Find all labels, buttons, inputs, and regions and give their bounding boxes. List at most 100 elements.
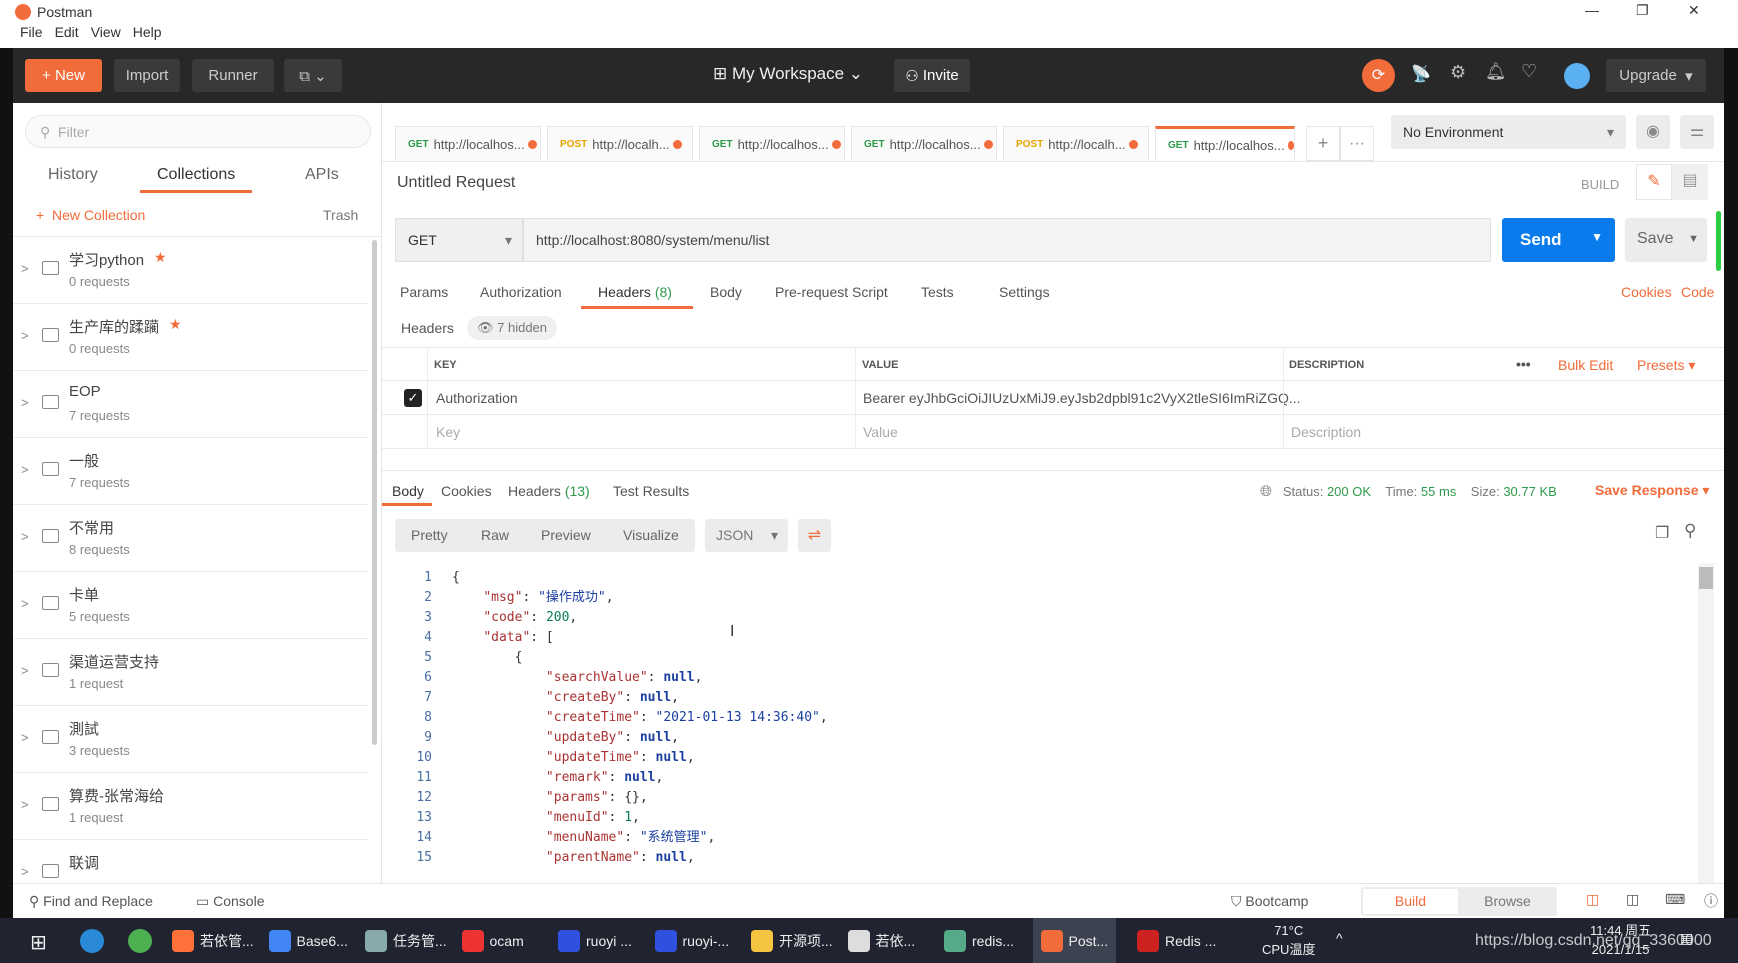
url-input[interactable]: http://localhost:8080/system/menu/list xyxy=(523,218,1491,262)
menu-help[interactable]: Help xyxy=(133,24,162,40)
tab-authorization[interactable]: Authorization xyxy=(480,284,562,300)
tab-tests[interactable]: Tests xyxy=(921,284,954,300)
request-tab[interactable]: POST http://localh... xyxy=(547,126,693,161)
taskbar-app[interactable]: 若依... xyxy=(847,918,915,963)
tab-headers[interactable]: Headers (8) xyxy=(598,284,672,300)
menu-view[interactable]: View xyxy=(91,24,121,40)
runner-button[interactable]: Runner xyxy=(192,59,274,92)
star-icon[interactable]: ★ xyxy=(154,249,167,266)
tray-expand-icon[interactable]: ^ xyxy=(1336,930,1343,946)
find-replace-button[interactable]: ⚲ Find and Replace xyxy=(29,893,153,910)
heart-icon[interactable]: ♡ xyxy=(1521,61,1537,82)
save-response-dropdown[interactable]: Save Response ▾ xyxy=(1595,482,1709,499)
chevron-right-icon[interactable]: > xyxy=(21,395,29,410)
environment-quick-look-icon[interactable]: ◉ xyxy=(1636,115,1670,149)
edge-icon[interactable] xyxy=(80,929,104,953)
tab-history[interactable]: History xyxy=(48,166,98,184)
collection-item[interactable]: > 測試 3 requests xyxy=(13,706,368,773)
taskbar-app[interactable]: ruoyi ... xyxy=(558,918,632,963)
trash-button[interactable]: Trash xyxy=(323,207,358,223)
view-pretty[interactable]: Pretty xyxy=(411,527,448,543)
search-icon[interactable]: ⚲ xyxy=(1684,521,1696,541)
maximize-button[interactable]: ❐ xyxy=(1636,2,1649,19)
add-tab-button[interactable]: + xyxy=(1306,126,1340,161)
header-value[interactable]: Bearer eyJhbGciOiJIUzUxMiJ9.eyJsb2dpbl91… xyxy=(863,390,1301,406)
chevron-right-icon[interactable]: > xyxy=(21,462,29,477)
request-tab[interactable]: GET http://localhos... xyxy=(699,126,845,161)
collection-item[interactable]: > 学习python ★ 0 requests xyxy=(13,237,368,304)
response-scrollbar[interactable] xyxy=(1698,563,1714,883)
two-pane-icon[interactable]: ◫ xyxy=(1586,891,1599,908)
console-button[interactable]: ▭ Console xyxy=(196,893,265,910)
workspace-switcher[interactable]: ⊞ My Workspace ⌄ xyxy=(713,64,863,84)
menu-file[interactable]: File xyxy=(20,24,43,40)
new-button[interactable]: + New xyxy=(25,59,102,92)
value-input[interactable]: Value xyxy=(863,424,898,440)
collection-item[interactable]: > EOP 7 requests xyxy=(13,371,368,438)
taskbar-app[interactable]: 任务管... xyxy=(365,918,447,963)
import-button[interactable]: Import xyxy=(114,59,180,92)
notification-icon[interactable]: ▤ xyxy=(1680,930,1693,947)
chevron-right-icon[interactable]: > xyxy=(21,596,29,611)
browse-mode-tab[interactable]: Browse xyxy=(1460,889,1555,914)
bootcamp-button[interactable]: ⛉ Bootcamp xyxy=(1231,893,1308,910)
taskbar-app[interactable]: Post... xyxy=(1032,918,1117,963)
collection-item[interactable]: > 卡单 5 requests xyxy=(13,572,368,639)
manage-environments-icon[interactable]: ⚌ xyxy=(1680,115,1714,149)
build-mode-tab[interactable]: Build xyxy=(1363,889,1458,914)
request-tab[interactable]: GET http://localhos... xyxy=(1155,126,1295,161)
chevron-right-icon[interactable]: > xyxy=(21,730,29,745)
taskbar-app[interactable]: 若依管... xyxy=(172,918,254,963)
collection-item[interactable]: > 生产库的蹂躏 ★ 0 requests xyxy=(13,304,368,371)
description-input[interactable]: Description xyxy=(1291,424,1361,440)
save-button[interactable]: Save ▼ xyxy=(1625,218,1707,262)
taskbar-app[interactable]: Base6... xyxy=(268,918,348,963)
response-tab-body[interactable]: Body xyxy=(392,483,424,499)
bulk-edit-link[interactable]: Bulk Edit xyxy=(1558,357,1613,373)
filter-input[interactable]: ⚲ Filter xyxy=(25,115,371,148)
taskbar-app[interactable]: ruoyi-... xyxy=(654,918,729,963)
taskbar-app[interactable]: redis... xyxy=(944,918,1014,963)
method-select[interactable]: GET ▾ xyxy=(395,218,523,262)
settings-gear-icon[interactable]: ⚙ xyxy=(1450,62,1466,83)
tab-collections[interactable]: Collections xyxy=(157,166,235,184)
collection-item[interactable]: > 联调 xyxy=(13,840,368,883)
minimize-button[interactable]: — xyxy=(1585,2,1599,18)
cookies-link[interactable]: Cookies xyxy=(1621,284,1672,300)
view-visualize[interactable]: Visualize xyxy=(623,527,679,543)
header-key[interactable]: Authorization xyxy=(436,390,518,406)
view-preview[interactable]: Preview xyxy=(541,527,591,543)
new-collection-button[interactable]: + New Collection xyxy=(36,207,145,223)
comments-button[interactable]: ▤ xyxy=(1672,164,1708,200)
key-input[interactable]: Key xyxy=(436,424,460,440)
sidebar-scrollbar[interactable] xyxy=(372,240,377,745)
collection-item[interactable]: > 不常用 8 requests xyxy=(13,505,368,572)
sync-icon[interactable]: ⟳ xyxy=(1362,59,1395,92)
keyboard-shortcuts-icon[interactable]: ⌨ xyxy=(1665,891,1685,908)
send-button[interactable]: Send ▼ xyxy=(1502,218,1615,262)
avatar[interactable] xyxy=(1564,63,1590,89)
new-window-button[interactable]: ⧉ ⌄ xyxy=(284,59,342,92)
collection-item[interactable]: > 一般 7 requests xyxy=(13,438,368,505)
row-checkbox[interactable]: ✓ xyxy=(404,389,422,407)
chevron-right-icon[interactable]: > xyxy=(21,797,29,812)
taskbar-app[interactable]: ocam xyxy=(461,918,524,963)
response-tab-cookies[interactable]: Cookies xyxy=(441,483,492,499)
response-body[interactable]: 1 {2 "msg": "操作成功", 3 "code": 200, 4 "data"… xyxy=(382,563,1702,883)
browser-360-icon[interactable] xyxy=(128,929,152,953)
clock[interactable]: 11:44 周五 2021/1/15 xyxy=(1590,921,1651,959)
tab-pre-request-script[interactable]: Pre-request Script xyxy=(775,284,888,300)
tab-apis[interactable]: APIs xyxy=(305,166,339,184)
satellite-icon[interactable]: 📡 xyxy=(1411,64,1431,84)
notification-bell-icon[interactable]: 🔔︎ xyxy=(1485,62,1507,82)
chevron-right-icon[interactable]: > xyxy=(21,529,29,544)
copy-icon[interactable]: ❐ xyxy=(1655,523,1669,543)
build-mode-button[interactable]: ✎ xyxy=(1636,164,1672,200)
close-button[interactable]: ✕ xyxy=(1688,2,1700,19)
view-raw[interactable]: Raw xyxy=(481,527,509,543)
response-tab-test-results[interactable]: Test Results xyxy=(613,483,689,499)
tab-body[interactable]: Body xyxy=(710,284,742,300)
chevron-right-icon[interactable]: > xyxy=(21,864,29,879)
more-options-icon[interactable]: ••• xyxy=(1516,356,1531,372)
windows-start-icon[interactable]: ⊞ xyxy=(30,930,47,955)
